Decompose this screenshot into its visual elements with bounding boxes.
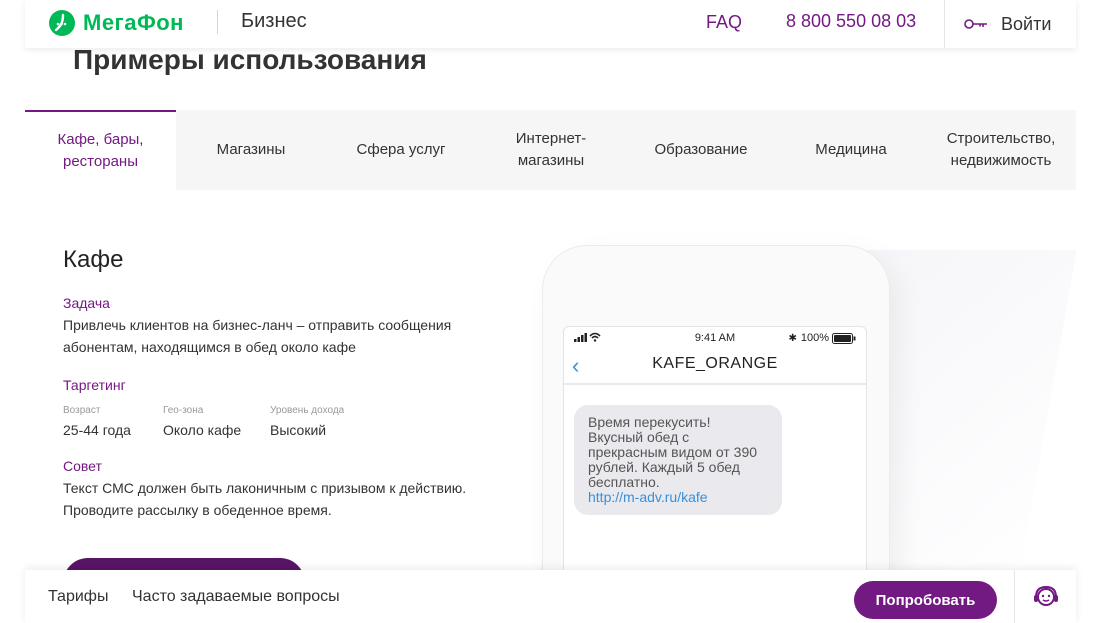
targeting-age-label: Возраст: [63, 405, 101, 416]
battery-icon: [832, 332, 856, 344]
task-label: Задача: [63, 295, 110, 311]
tab-shops[interactable]: Магазины: [176, 110, 326, 190]
faq-bottom-link[interactable]: Часто задаваемые вопросы: [132, 588, 340, 606]
tab-label: Магазины: [216, 141, 286, 158]
targeting-income-value: Высокий: [270, 422, 327, 438]
targeting-geo: Гео-зона Около кафе: [163, 405, 241, 438]
tab-construction[interactable]: Строительство, недвижимость: [926, 110, 1076, 190]
message-header: ‹ KAFE_ORANGE: [564, 349, 866, 385]
tab-education[interactable]: Образование: [626, 110, 776, 190]
tab-label: Сфера услуг: [356, 141, 446, 158]
support-button[interactable]: [1014, 570, 1076, 623]
bluetooth-icon: ✱: [788, 332, 797, 344]
message-text: Время перекусить! Вкусный обед с прекрас…: [588, 414, 758, 490]
case-content: Кафе Задача Привлечь клиентов на бизнес-…: [25, 190, 1076, 570]
advice-text: Текст СМС должен быть лаконичным с призы…: [63, 480, 467, 518]
tab-label: Интернет-магазины: [515, 130, 587, 169]
tab-label: Строительство, недвижимость: [946, 130, 1056, 169]
sender-name: KAFE_ORANGE: [652, 355, 778, 372]
tariffs-link[interactable]: Тарифы: [48, 588, 108, 606]
megafon-logo[interactable]: МегаФон: [49, 9, 184, 37]
tab-services[interactable]: Сфера услуг: [326, 110, 476, 190]
login-label: Войти: [1001, 13, 1052, 34]
header: МегаФон Бизнес FAQ 8 800 550 08 03 Войти: [25, 0, 1076, 48]
message-bubble: Время перекусить! Вкусный обед с прекрас…: [574, 405, 782, 515]
advice-label: Совет: [63, 458, 102, 474]
support-headset-icon: [1033, 585, 1058, 606]
logo-text: МегаФон: [83, 10, 184, 35]
bottom-bar: Тарифы Часто задаваемые вопросы Попробов…: [25, 570, 1076, 623]
phone-screen: 9:41 AM ✱ 100% ‹ KAFE_ORANGE Время перек…: [563, 326, 867, 570]
tab-cafe[interactable]: Кафе, бары, рестораны: [25, 110, 176, 190]
targeting-age: Возраст 25-44 года: [63, 405, 131, 438]
logo-divider: [217, 10, 218, 34]
tab-label: Кафе, бары, рестораны: [57, 131, 144, 170]
targeting-income-label: Уровень дохода: [270, 405, 345, 416]
targeting-geo-label: Гео-зона: [163, 405, 204, 416]
message-link[interactable]: http://m-adv.ru/kafe: [588, 489, 708, 505]
login-button[interactable]: Войти: [944, 0, 1076, 48]
tab-online-shops[interactable]: Интернет-магазины: [476, 110, 626, 190]
targeting-label: Таргетинг: [63, 377, 126, 393]
case-title: Кафе: [63, 246, 124, 273]
targeting-income: Уровень дохода Высокий: [270, 405, 344, 438]
tab-label: Медицина: [815, 141, 887, 158]
tab-label: Образование: [654, 141, 748, 158]
page-title: Примеры использования: [73, 44, 427, 75]
cta-button[interactable]: [63, 558, 305, 570]
task-text: Привлечь клиентов на бизнес-ланч – отпра…: [63, 317, 452, 355]
battery-percent: 100%: [800, 332, 829, 344]
megafon-logo-icon: [49, 10, 75, 36]
phone-link[interactable]: 8 800 550 08 03: [786, 11, 916, 32]
tab-medicine[interactable]: Медицина: [776, 110, 926, 190]
faq-link[interactable]: FAQ: [706, 12, 742, 33]
section-label: Бизнес: [241, 10, 307, 32]
try-button[interactable]: Попробовать: [854, 581, 997, 619]
key-icon: [964, 19, 987, 29]
category-tabs: Кафе, бары, рестораны Магазины Сфера усл…: [25, 110, 1076, 190]
battery-status: ✱ 100%: [788, 332, 856, 344]
targeting-age-value: 25-44 года: [63, 422, 131, 438]
targeting-geo-value: Около кафе: [163, 422, 242, 438]
status-bar: 9:41 AM ✱ 100%: [564, 327, 866, 347]
